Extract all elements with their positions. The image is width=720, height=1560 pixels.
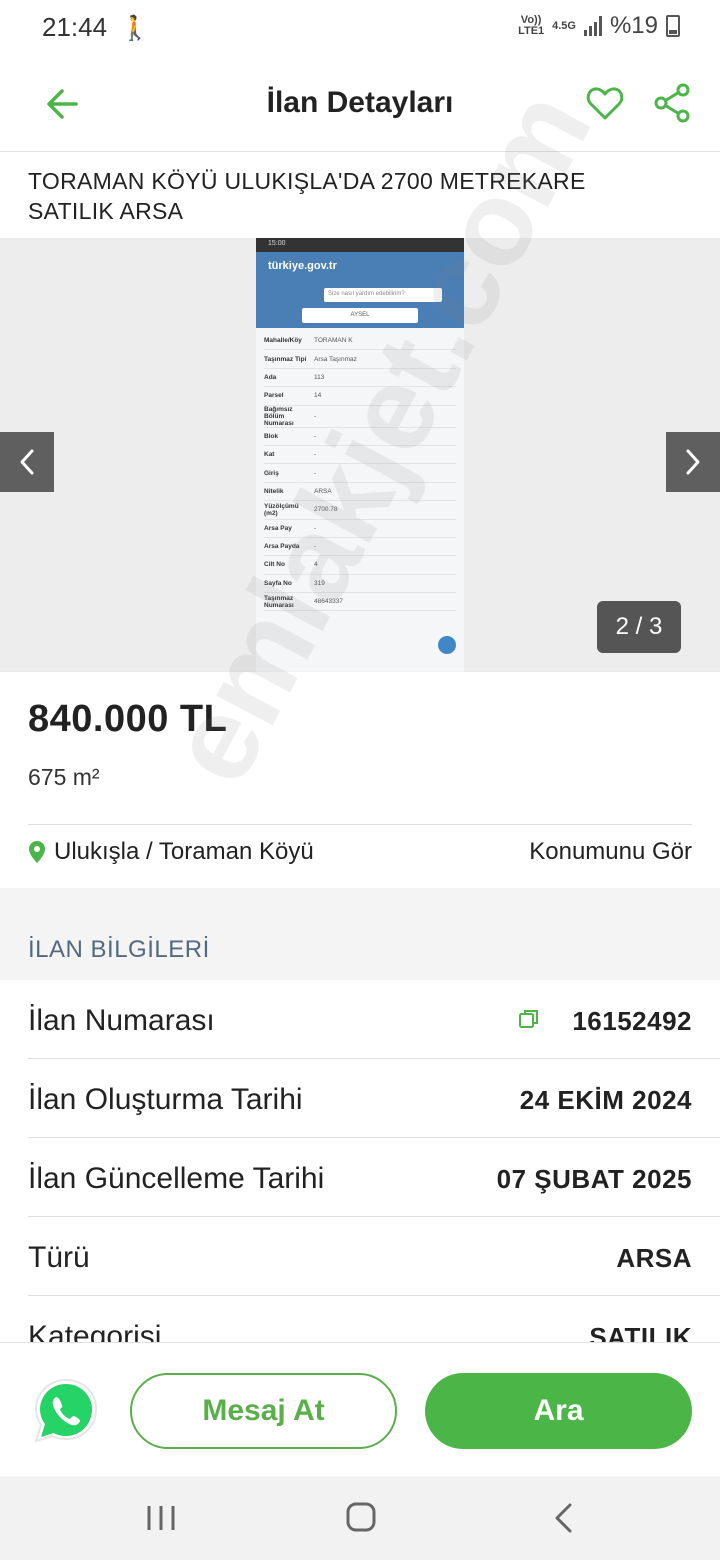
status-time: 21:44 [42, 12, 108, 42]
info-label: İlan Güncelleme Tarihi [28, 1162, 325, 1195]
area: 675 m² [28, 764, 100, 790]
whatsapp-button[interactable] [30, 1375, 102, 1447]
gallery-next-button[interactable] [666, 432, 720, 492]
info-label: Kategorisi [28, 1320, 162, 1342]
photo-row: Nitelik ARSA [264, 483, 456, 502]
photo-row: Kat - [264, 446, 456, 465]
photo-row: Mahalle/Köy TORAMAN K [264, 332, 456, 351]
recent-apps-icon[interactable] [146, 1504, 176, 1532]
photo-row: Bağımsız Bölüm Numarası - [264, 406, 456, 428]
share-icon [654, 83, 690, 123]
walking-icon: 🚶 [120, 15, 150, 42]
app-header: İlan Detayları [0, 56, 720, 152]
photo-row: Ada 113 [264, 369, 456, 388]
photo-row: Arsa Pay - [264, 520, 456, 538]
gallery-counter: 2 / 3 [597, 601, 681, 653]
signal-icon [583, 16, 602, 36]
share-button[interactable] [652, 82, 692, 124]
photo-table: Mahalle/Köy TORAMAN K Taşınmaz Tipi Arsa T… [256, 328, 464, 615]
price-card: 840.000 TL 675 m² Ulukışla / Toraman Köy… [0, 672, 720, 888]
photo-row: Giriş - [264, 464, 456, 483]
photo-row: Arsa Payda - [264, 538, 456, 557]
gallery-photo[interactable]: 15:00 türkiye.gov.tr Size nasıl yardım e… [256, 238, 464, 672]
system-nav-bar [0, 1476, 720, 1560]
send-message-button[interactable]: Mesaj At [130, 1373, 397, 1449]
info-row-category: Kategorisi SATILIK [28, 1296, 720, 1342]
info-value: ARSA [616, 1243, 692, 1273]
photo-logo: türkiye.gov.tr [268, 260, 337, 272]
price: 840.000 TL [28, 698, 228, 740]
info-list: İlan Numarası 16152492 İlan Oluşturma Ta… [0, 980, 720, 1342]
action-bar: Mesaj At Ara [0, 1342, 720, 1476]
info-row-listing-number: İlan Numarası 16152492 [28, 980, 720, 1059]
info-value: SATILIK [589, 1322, 692, 1342]
listing-title: TORAMAN KÖYÜ ULUKIŞLA'DA 2700 METREKARE … [28, 168, 586, 224]
battery-icon [666, 15, 680, 37]
listing-info-section: İLAN BİLGİLERİ İlan Numarası 16152492 İl… [0, 888, 720, 1342]
favorite-button[interactable] [584, 82, 626, 124]
info-value: 24 EKİM 2024 [519, 1085, 692, 1115]
section-title: İLAN BİLGİLERİ [28, 936, 210, 963]
photo-scroll-up-icon [438, 636, 456, 654]
location-text: Ulukışla / Toraman Köyü [54, 838, 314, 865]
photo-row: Taşınmaz Tipi Arsa Taşınmaz [264, 350, 456, 369]
photo-status-time: 15:00 [256, 238, 464, 252]
photo-row: Cilt No 4 [264, 556, 456, 575]
network-indicator: 4.5G [552, 19, 576, 32]
gallery-prev-button[interactable] [0, 432, 54, 492]
info-row-updated-date: İlan Güncelleme Tarihi 07 ŞUBAT 2025 [28, 1138, 720, 1217]
photo-row: Taşınmaz Numarası 48643337 [264, 593, 456, 612]
home-icon[interactable] [346, 1502, 376, 1532]
whatsapp-icon [34, 1378, 98, 1443]
battery-percent: %19 [609, 12, 658, 39]
chevron-right-icon [686, 449, 700, 475]
info-label: İlan Numarası [28, 1004, 215, 1037]
status-bar: 21:44 🚶 Vo)) LTE1 4.5G %19 [0, 0, 720, 56]
status-indicators: Vo)) LTE1 4.5G %19 [518, 12, 680, 40]
heart-icon [586, 87, 624, 120]
photo-row: Yüzölçümü (m2) 2700.78 [264, 501, 456, 520]
divider [28, 824, 692, 825]
photo-row: Blok - [264, 428, 456, 446]
photo-row: Sayfa No 319 [264, 575, 456, 594]
info-value: 16152492 [572, 1006, 692, 1036]
volte-indicator: Vo)) LTE1 [518, 14, 545, 37]
photo-search: Size nasıl yardım edebilirim? [324, 288, 442, 302]
info-row-type: Türü ARSA [28, 1217, 720, 1296]
photo-gallery[interactable]: 15:00 türkiye.gov.tr Size nasıl yardım e… [0, 238, 720, 672]
info-value: 07 ŞUBAT 2025 [496, 1164, 692, 1194]
info-row-created-date: İlan Oluşturma Tarihi 24 EKİM 2024 [28, 1059, 720, 1138]
copy-icon[interactable] [518, 1008, 540, 1030]
info-label: İlan Oluşturma Tarihi [28, 1083, 303, 1116]
back-nav-icon[interactable] [552, 1502, 576, 1534]
location-pin-icon [29, 841, 45, 863]
info-label: Türü [28, 1241, 90, 1274]
location: Ulukışla / Toraman Köyü [28, 838, 314, 866]
photo-header: türkiye.gov.tr Size nasıl yardım edebili… [256, 252, 464, 328]
see-location-link[interactable]: Konumunu Gör [529, 838, 692, 866]
call-button[interactable]: Ara [425, 1373, 692, 1449]
chevron-left-icon [20, 449, 34, 475]
photo-user: AYSEL [302, 308, 418, 323]
photo-row: Parsel 14 [264, 387, 456, 406]
